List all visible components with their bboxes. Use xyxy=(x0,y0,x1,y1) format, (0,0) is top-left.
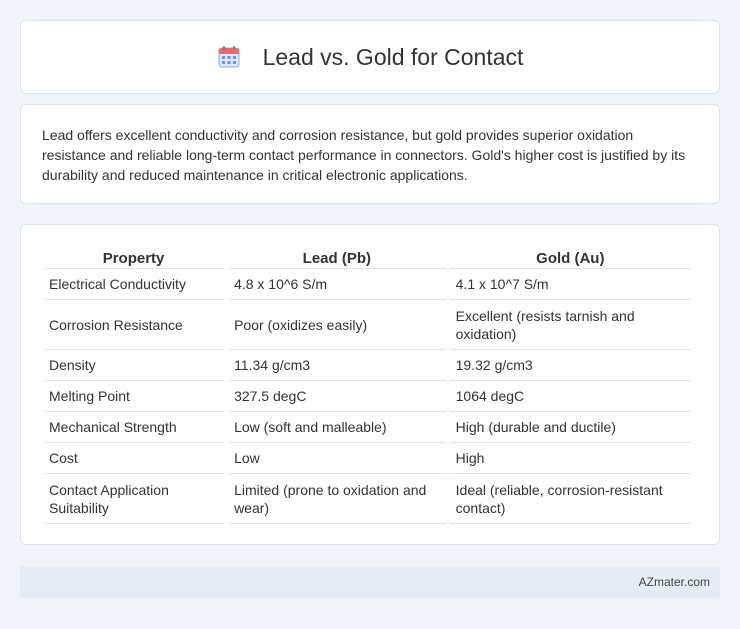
title-card: Lead vs. Gold for Contact xyxy=(20,20,720,94)
summary-card: Lead offers excellent conductivity and c… xyxy=(20,104,720,204)
table-row: Corrosion Resistance Poor (oxidizes easi… xyxy=(43,300,691,350)
row-property: Contact Application Suitability xyxy=(43,474,225,524)
table-row: Melting Point 327.5 degC 1064 degC xyxy=(43,381,691,412)
row-lead-value: Low xyxy=(228,443,446,474)
row-property: Melting Point xyxy=(43,381,225,412)
page-title: Lead vs. Gold for Contact xyxy=(262,43,524,70)
row-property: Mechanical Strength xyxy=(43,412,225,443)
header-gold: Gold (Au) xyxy=(449,245,691,269)
row-gold-value: 19.32 g/cm3 xyxy=(449,350,691,381)
row-lead-value: Limited (prone to oxidation and wear) xyxy=(228,474,446,524)
summary-text: Lead offers excellent conductivity and c… xyxy=(42,127,686,183)
row-lead-value: 4.8 x 10^6 S/m xyxy=(228,269,446,300)
row-gold-value: High (durable and ductile) xyxy=(449,412,691,443)
table-row: Density 11.34 g/cm3 19.32 g/cm3 xyxy=(43,350,691,381)
row-lead-value: 11.34 g/cm3 xyxy=(228,350,446,381)
row-property: Cost xyxy=(43,443,225,474)
row-gold-value: High xyxy=(449,443,691,474)
row-gold-value: Ideal (reliable, corrosion-resistant con… xyxy=(449,474,691,524)
table-header-row: Property Lead (Pb) Gold (Au) xyxy=(43,245,691,269)
footer-site-label: AZmater.com xyxy=(638,575,710,589)
row-lead-value: Low (soft and malleable) xyxy=(228,412,446,443)
table-card: Property Lead (Pb) Gold (Au) Electrical … xyxy=(20,224,720,545)
row-property: Corrosion Resistance xyxy=(43,300,225,350)
row-property: Density xyxy=(43,350,225,381)
header-lead: Lead (Pb) xyxy=(228,245,446,269)
row-gold-value: Excellent (resists tarnish and oxidation… xyxy=(449,300,691,350)
title-wrap: Lead vs. Gold for Contact xyxy=(217,43,524,71)
table-row: Cost Low High xyxy=(43,443,691,474)
header-property: Property xyxy=(43,245,225,269)
table-row: Mechanical Strength Low (soft and mallea… xyxy=(43,412,691,443)
table-row: Contact Application Suitability Limited … xyxy=(43,474,691,524)
comparison-table: Property Lead (Pb) Gold (Au) Electrical … xyxy=(39,245,695,524)
calendar-icon xyxy=(218,46,240,68)
table-row: Electrical Conductivity 4.8 x 10^6 S/m 4… xyxy=(43,269,691,300)
row-gold-value: 1064 degC xyxy=(449,381,691,412)
row-gold-value: 4.1 x 10^7 S/m xyxy=(449,269,691,300)
footer: AZmater.com xyxy=(20,566,720,598)
row-property: Electrical Conductivity xyxy=(43,269,225,300)
row-lead-value: 327.5 degC xyxy=(228,381,446,412)
row-lead-value: Poor (oxidizes easily) xyxy=(228,300,446,350)
